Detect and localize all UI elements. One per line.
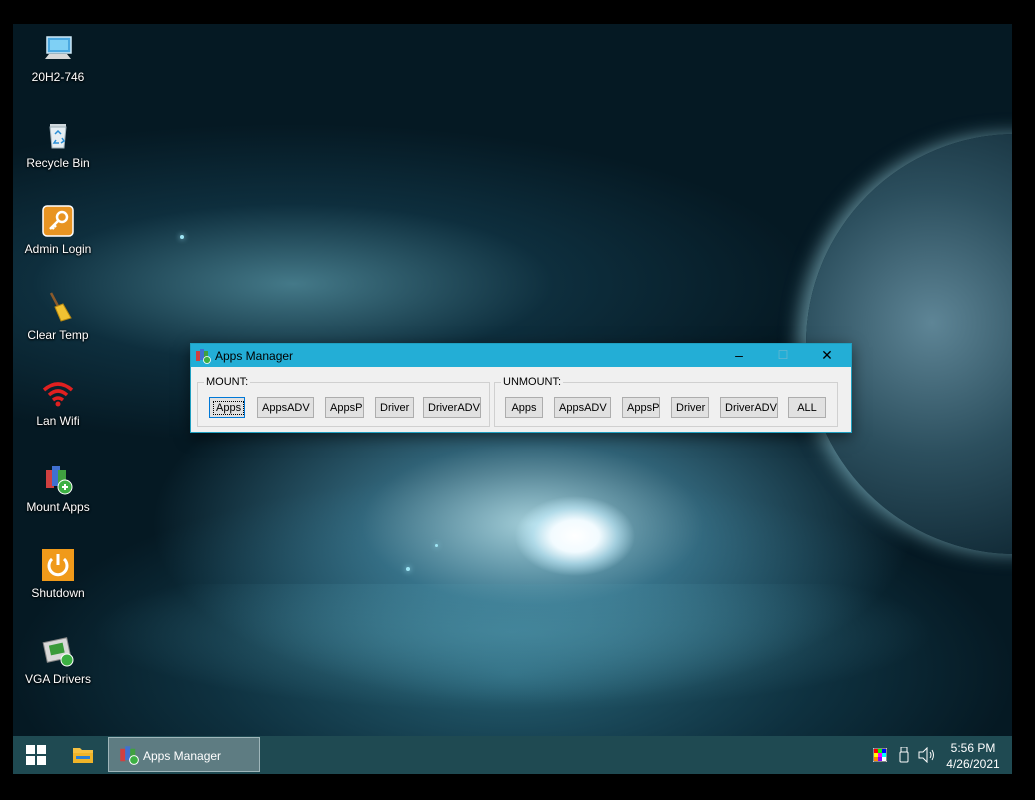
computer-icon — [41, 32, 75, 66]
app-icon — [119, 745, 139, 768]
unmount-group: UNMOUNT: Apps AppsADV AppsP Driver Drive… — [494, 376, 838, 427]
desktop-icon-label: Admin Login — [24, 242, 92, 256]
unmount-apps-button[interactable]: Apps — [505, 397, 543, 418]
wifi-icon — [41, 376, 75, 410]
desktop-icon-clear-temp[interactable]: Clear Temp — [13, 290, 103, 342]
desktop-icon-label: Recycle Bin — [26, 156, 90, 170]
close-button[interactable]: ✕ — [805, 344, 849, 367]
window-titlebar[interactable]: Apps Manager – ☐ ✕ — [191, 344, 851, 367]
start-button[interactable] — [13, 736, 59, 774]
desktop-icon-label: Mount Apps — [26, 500, 90, 514]
unmount-label: UNMOUNT: — [501, 376, 564, 388]
mount-driver-button[interactable]: Driver — [375, 397, 414, 418]
desktop-icon-label: Shutdown — [31, 586, 85, 600]
taskbar-clock[interactable]: 5:56 PM 4/26/2021 — [938, 740, 1008, 772]
star — [406, 567, 410, 571]
desktop-icon-shutdown[interactable]: Shutdown — [13, 548, 103, 600]
desktop-icon-lan-wifi[interactable]: Lan Wifi — [13, 376, 103, 428]
desktop-icon-label: Lan Wifi — [36, 414, 80, 428]
unmount-driver-button[interactable]: Driver — [671, 397, 709, 418]
desktop-icon-vga-drivers[interactable]: VGA Drivers — [13, 634, 103, 686]
recycle-bin-icon — [41, 118, 75, 152]
desktop-icon-admin-login[interactable]: Admin Login — [13, 204, 103, 256]
clock-date: 4/26/2021 — [946, 757, 1000, 771]
desktop-icon-label: Clear Temp — [27, 328, 89, 342]
mount-apps-icon — [41, 462, 75, 496]
power-icon — [41, 548, 75, 582]
windows-logo-icon — [26, 745, 46, 768]
mount-apps-button[interactable]: Apps — [209, 397, 245, 418]
mount-label: MOUNT: — [204, 376, 251, 388]
file-explorer-button[interactable] — [61, 736, 105, 774]
window-title: Apps Manager — [215, 349, 294, 363]
mount-appsp-button[interactable]: AppsP — [325, 397, 364, 418]
desktop-icon-recycle-bin[interactable]: Recycle Bin — [13, 118, 103, 170]
taskbar-app-label: Apps Manager — [143, 749, 222, 763]
mount-group: MOUNT: Apps AppsADV AppsP Driver DriverA… — [197, 376, 490, 427]
clock-time: 5:56 PM — [950, 741, 996, 755]
unmount-appsadv-button[interactable]: AppsADV — [554, 397, 611, 418]
star — [435, 544, 438, 547]
desktop-icon-label: 20H2-746 — [31, 70, 85, 84]
folder-icon — [72, 745, 94, 768]
apps-manager-window: Apps Manager – ☐ ✕ MOUNT: Apps AppsADV A… — [190, 343, 852, 433]
broom-icon — [41, 290, 75, 324]
unmount-appsp-button[interactable]: AppsP — [622, 397, 660, 418]
taskbar-apps-manager[interactable]: Apps Manager — [108, 737, 260, 772]
usb-icon[interactable] — [899, 736, 909, 774]
app-icon — [195, 348, 211, 364]
taskbar: Apps Manager 5:56 PM 4/26/2021 — [13, 736, 1012, 774]
mount-appsadv-button[interactable]: AppsADV — [257, 397, 314, 418]
star — [180, 235, 184, 239]
key-icon — [41, 204, 75, 238]
color-icon[interactable] — [872, 736, 888, 774]
unmount-driveradv-button[interactable]: DriverADV — [720, 397, 778, 418]
clouds-wallpaper — [13, 584, 1012, 736]
speaker-icon[interactable] — [918, 736, 936, 774]
desktop-icon-label: VGA Drivers — [24, 672, 91, 686]
minimize-button[interactable]: – — [717, 344, 761, 367]
unmount-all-button[interactable]: ALL — [788, 397, 826, 418]
maximize-button[interactable]: ☐ — [761, 344, 805, 367]
desktop-icon-computer[interactable]: 20H2-746 — [13, 32, 103, 84]
mount-driveradv-button[interactable]: DriverADV — [423, 397, 481, 418]
desktop-icon-mount-apps[interactable]: Mount Apps — [13, 462, 103, 514]
vga-drivers-icon — [41, 634, 75, 668]
